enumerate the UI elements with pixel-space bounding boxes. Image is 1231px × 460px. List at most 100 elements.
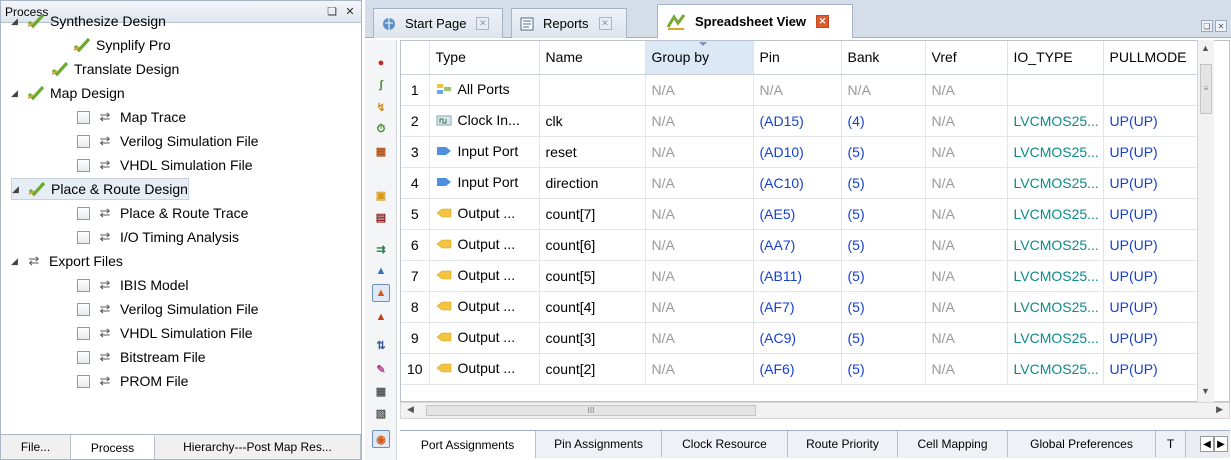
tab-file[interactable]: File... (1, 435, 71, 459)
cell-vref[interactable]: N/A (925, 260, 1008, 292)
col-header-pullmode[interactable]: PULLMODE (1103, 41, 1200, 75)
checkbox[interactable] (77, 110, 90, 124)
tree-node[interactable]: ◢ ⇄ Export Files (11, 250, 123, 272)
tab-global-preferences[interactable]: Global Preferences (1008, 431, 1156, 457)
checkbox[interactable] (77, 230, 90, 244)
close-tab-icon[interactable]: ✕ (598, 17, 612, 30)
cell-io-type[interactable]: LVCMOS25... (1007, 353, 1104, 385)
row-number[interactable]: 5 (401, 198, 430, 230)
cell-vref[interactable]: N/A (925, 322, 1008, 354)
checkbox[interactable] (77, 374, 90, 388)
tree-node[interactable]: ◢ Place & Route Design (11, 178, 189, 200)
restore-icon[interactable]: ❏ (1201, 20, 1213, 32)
checkbox[interactable] (77, 158, 90, 172)
horizontal-scrollbar[interactable]: ◀ III ▶ (400, 402, 1230, 419)
restore-icon[interactable]: ❏ (325, 5, 339, 18)
close-icon[interactable]: ✕ (1215, 20, 1227, 32)
cell-io-type[interactable]: LVCMOS25... (1007, 136, 1104, 168)
error-filter-icon[interactable]: ▲ (372, 308, 390, 326)
tab-route-priority[interactable]: Route Priority (788, 431, 898, 457)
cell-vref[interactable]: N/A (925, 229, 1008, 261)
cell-name[interactable] (539, 74, 646, 106)
cell-type[interactable]: All Ports (429, 74, 540, 106)
paint-icon[interactable]: ✎ (372, 360, 390, 378)
cell-pullmode[interactable] (1103, 74, 1200, 106)
col-header-name[interactable]: Name (539, 41, 646, 75)
table-row[interactable]: 1 All Ports N/A N/A N/A N/A (401, 74, 1200, 106)
table-row[interactable]: 8 Output ... count[4] N/A (AF7) (5) N/A LVCMOS2… (401, 291, 1200, 323)
cell-bank[interactable]: (5) (841, 291, 926, 323)
table-row[interactable]: 9 Output ... count[3] N/A (AC9) (5) N/A LVCMOS2… (401, 322, 1200, 354)
cell-pullmode[interactable]: UP(UP) (1103, 136, 1200, 168)
cell-io-type[interactable]: LVCMOS25... (1007, 167, 1104, 199)
cell-io-type[interactable]: LVCMOS25... (1007, 105, 1104, 137)
cell-group-by[interactable]: N/A (645, 74, 754, 106)
cell-bank[interactable]: (5) (841, 353, 926, 385)
route-icon[interactable]: ↯ (372, 98, 390, 116)
col-header-type[interactable]: Type (429, 41, 540, 75)
row-number[interactable]: 4 (401, 167, 430, 199)
cell-bank[interactable]: (5) (841, 260, 926, 292)
col-header-io-type[interactable]: IO_TYPE (1007, 41, 1104, 75)
tab-cell-mapping[interactable]: Cell Mapping (898, 431, 1008, 457)
cell-name[interactable]: count[3] (539, 322, 646, 354)
cell-io-type[interactable]: LVCMOS25... (1007, 198, 1104, 230)
cell-vref[interactable]: N/A (925, 198, 1008, 230)
tab-reports[interactable]: Reports ✕ (511, 8, 627, 38)
cell-type[interactable]: Output ... (429, 322, 540, 354)
sort-icon[interactable]: ⇅ (372, 336, 390, 354)
cell-bank[interactable]: (5) (841, 198, 926, 230)
cell-name[interactable]: count[7] (539, 198, 646, 230)
scroll-down-icon[interactable]: ▼ (1201, 386, 1210, 396)
row-number[interactable]: 7 (401, 260, 430, 292)
cell-pullmode[interactable]: UP(UP) (1103, 322, 1200, 354)
tree-node[interactable]: ⇄ PROM File (77, 370, 188, 392)
chip-icon[interactable]: ▦ (372, 142, 390, 160)
col-header-bank[interactable]: Bank (841, 41, 926, 75)
cell-type[interactable]: Output ... (429, 353, 540, 385)
cell-name[interactable]: direction (539, 167, 646, 199)
cell-pullmode[interactable]: UP(UP) (1103, 167, 1200, 199)
cell-type[interactable]: Input Port (429, 167, 540, 199)
tree-node[interactable]: ⇄ Bitstream File (77, 346, 206, 368)
row-number[interactable]: 9 (401, 322, 430, 354)
cell-group-by[interactable]: N/A (645, 322, 754, 354)
cell-pin[interactable]: (AD10) (753, 136, 842, 168)
tree-node[interactable]: Translate Design (51, 58, 179, 80)
cell-bank[interactable]: (5) (841, 167, 926, 199)
cell-io-type[interactable] (1007, 74, 1104, 106)
scroll-thumb[interactable]: ≡ (1200, 64, 1212, 114)
cell-pullmode[interactable]: UP(UP) (1103, 353, 1200, 385)
cell-group-by[interactable]: N/A (645, 136, 754, 168)
cell-pullmode[interactable]: UP(UP) (1103, 198, 1200, 230)
cell-group-by[interactable]: N/A (645, 260, 754, 292)
cell-pin[interactable]: (AF7) (753, 291, 842, 323)
tree-node[interactable]: ◢ Synthesize Design (11, 10, 166, 32)
tree-node[interactable]: ⇄ Verilog Simulation File (77, 130, 259, 152)
table-row[interactable]: 3 Input Port reset N/A (AD10) (5) N/A LVCMOS25.… (401, 136, 1200, 168)
cell-group-by[interactable]: N/A (645, 198, 754, 230)
table-row[interactable]: 10 Output ... count[2] N/A (AF6) (5) N/A LVCMOS… (401, 353, 1200, 385)
cell-type[interactable]: Output ... (429, 229, 540, 261)
cell-pullmode[interactable]: UP(UP) (1103, 105, 1200, 137)
folder-icon[interactable]: ▣ (372, 186, 390, 204)
cell-vref[interactable]: N/A (925, 105, 1008, 137)
pin-icon[interactable]: ● (372, 54, 390, 72)
table-icon[interactable]: ▧ (372, 404, 390, 422)
table-row[interactable]: 7 Output ... count[5] N/A (AB11) (5) N/A LVCMOS… (401, 260, 1200, 292)
cell-type[interactable]: Output ... (429, 198, 540, 230)
cell-bank[interactable]: N/A (841, 74, 926, 106)
cell-vref[interactable]: N/A (925, 291, 1008, 323)
cell-vref[interactable]: N/A (925, 74, 1008, 106)
table-row[interactable]: 4 Input Port direction N/A (AC10) (5) N/A LVCMO… (401, 167, 1200, 199)
cell-name[interactable]: count[6] (539, 229, 646, 261)
tree-node[interactable]: ⇄ VHDL Simulation File (77, 154, 253, 176)
row-number[interactable]: 6 (401, 229, 430, 261)
table-row[interactable]: 2 Clock In... clk N/A (AD15) (4) N/A LVCMOS25..… (401, 105, 1200, 137)
cell-pin[interactable]: (AE5) (753, 198, 842, 230)
tab-spreadsheet-view[interactable]: Spreadsheet View ✕ (657, 4, 853, 38)
cell-name[interactable]: clk (539, 105, 646, 137)
tab-start-page[interactable]: Start Page ✕ (373, 8, 503, 38)
cell-name[interactable]: reset (539, 136, 646, 168)
tree-node[interactable]: ⇄ Map Trace (77, 106, 186, 128)
